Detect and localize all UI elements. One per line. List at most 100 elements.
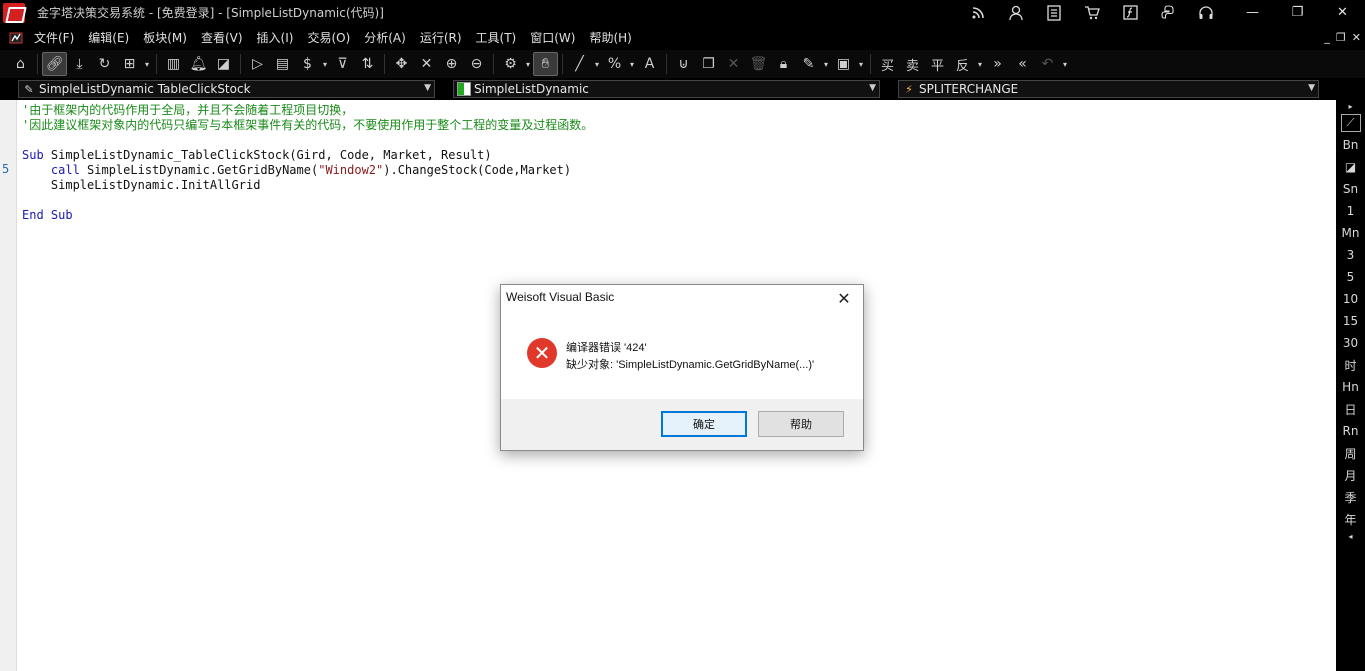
- period-item[interactable]: Mn: [1336, 222, 1365, 244]
- dropdown-arrow-icon[interactable]: ▾: [142, 52, 152, 76]
- event-combo[interactable]: ⚡︎ SPLITERCHANGE ▼: [898, 80, 1319, 98]
- restore-icon[interactable]: ❐: [1275, 0, 1320, 25]
- dropdown-arrow-icon[interactable]: ▾: [975, 52, 985, 76]
- menu-help[interactable]: 帮助(H): [582, 29, 638, 46]
- grid-layout-icon[interactable]: ⊞: [117, 52, 142, 76]
- object-combo[interactable]: SimpleListDynamic ▼: [453, 80, 880, 98]
- document-icon[interactable]: [1035, 0, 1073, 25]
- period-item[interactable]: Rn: [1336, 420, 1365, 442]
- close-position-button[interactable]: 平: [925, 52, 950, 76]
- candlestick-icon[interactable]: ▥: [161, 52, 186, 76]
- buy-button[interactable]: 买: [875, 52, 900, 76]
- zoom-in-icon[interactable]: ⊕: [439, 52, 464, 76]
- period-item[interactable]: 1: [1336, 200, 1365, 222]
- line-chart-button[interactable]: ⟋: [1336, 112, 1365, 134]
- menu-file[interactable]: 文件(F): [27, 29, 81, 46]
- menu-insert[interactable]: 插入(I): [250, 29, 301, 46]
- link-icon[interactable]: 🔗︎: [42, 52, 67, 76]
- line-draw-icon[interactable]: ╱: [567, 52, 592, 76]
- report-icon[interactable]: ▤: [270, 52, 295, 76]
- dropdown-arrow-icon[interactable]: ▾: [523, 52, 533, 76]
- period-item[interactable]: 30: [1336, 332, 1365, 354]
- period-item[interactable]: 10: [1336, 288, 1365, 310]
- dropdown-arrow-icon[interactable]: ▾: [821, 52, 831, 76]
- trash-icon[interactable]: 🗑︎: [746, 52, 771, 76]
- collapse-chevron-icon[interactable]: ▸: [1336, 100, 1365, 112]
- period-item[interactable]: Bn: [1336, 134, 1365, 156]
- dropdown-arrow-icon[interactable]: ▾: [1060, 52, 1070, 76]
- move-icon[interactable]: ✥: [389, 52, 414, 76]
- period-item[interactable]: 15: [1336, 310, 1365, 332]
- double-left-icon[interactable]: «: [1010, 52, 1035, 76]
- user-icon[interactable]: [997, 0, 1035, 25]
- procedure-combo[interactable]: ✎ SimpleListDynamic TableClickStock ▼: [18, 80, 435, 98]
- pen-icon[interactable]: ✎: [796, 52, 821, 76]
- period-item[interactable]: Hn: [1336, 376, 1365, 398]
- headset-icon[interactable]: [1187, 0, 1225, 25]
- cart-icon[interactable]: [1073, 0, 1111, 25]
- python-icon[interactable]: [1149, 0, 1187, 25]
- period-item[interactable]: 日: [1336, 398, 1365, 420]
- period-item[interactable]: 季: [1336, 486, 1365, 508]
- save-icon[interactable]: ▣: [831, 52, 856, 76]
- formula-icon[interactable]: [1111, 0, 1149, 25]
- lightning-icon: ⚡︎: [905, 82, 913, 96]
- rss-icon[interactable]: [959, 0, 997, 25]
- settings-icon[interactable]: ⚙: [498, 52, 523, 76]
- home-icon[interactable]: ⌂: [8, 52, 33, 76]
- menu-analysis[interactable]: 分析(A): [357, 29, 413, 46]
- menu-block[interactable]: 板块(M): [136, 29, 194, 46]
- bell-icon[interactable]: 🔔︎: [186, 52, 211, 76]
- help-button[interactable]: 帮助: [758, 411, 844, 437]
- chart-icon[interactable]: ◪: [211, 52, 236, 76]
- dollar-icon[interactable]: $: [295, 52, 320, 76]
- dropdown-arrow-icon[interactable]: ▾: [592, 52, 602, 76]
- code-text[interactable]: '由于框架内的代码作用于全局，并且不会随着工程项目切换， '因此建议框架对象内的代…: [22, 103, 593, 223]
- menu-view[interactable]: 查看(V): [194, 29, 250, 46]
- dropdown-arrow-icon[interactable]: ▾: [627, 52, 637, 76]
- period-item[interactable]: 5: [1336, 266, 1365, 288]
- menu-window[interactable]: 窗口(W): [523, 29, 582, 46]
- period-item[interactable]: 时: [1336, 354, 1365, 376]
- mdi-close-icon[interactable]: ✕: [1352, 31, 1361, 44]
- period-item[interactable]: 周: [1336, 442, 1365, 464]
- refresh-icon[interactable]: ↻: [92, 52, 117, 76]
- lock-icon[interactable]: 🔒︎: [771, 52, 796, 76]
- period-item[interactable]: Sn: [1336, 178, 1365, 200]
- zoom-out-icon[interactable]: ⊖: [464, 52, 489, 76]
- download-icon[interactable]: ⤓: [67, 52, 92, 76]
- magnet-icon[interactable]: ⊍: [671, 52, 696, 76]
- period-item[interactable]: 3: [1336, 244, 1365, 266]
- filter-icon[interactable]: ⊽: [330, 52, 355, 76]
- period-item[interactable]: 月: [1336, 464, 1365, 486]
- double-right-icon[interactable]: »: [985, 52, 1010, 76]
- period-item[interactable]: 年: [1336, 508, 1365, 530]
- play-icon[interactable]: ▷: [245, 52, 270, 76]
- delete-x-icon[interactable]: ✕: [721, 52, 746, 76]
- dropdown-arrow-icon[interactable]: ▾: [856, 52, 866, 76]
- percent-icon[interactable]: %: [602, 52, 627, 76]
- ok-button[interactable]: 确定: [661, 411, 747, 437]
- dialog-close-icon[interactable]: ✕: [831, 287, 857, 309]
- menu-run[interactable]: 运行(R): [413, 29, 469, 46]
- sort-icon[interactable]: ⇅: [355, 52, 380, 76]
- mdi-minimize-icon[interactable]: _: [1324, 31, 1330, 44]
- menu-trade[interactable]: 交易(O): [300, 29, 357, 46]
- menu-tools[interactable]: 工具(T): [469, 29, 524, 46]
- close-icon[interactable]: ✕: [1320, 0, 1365, 25]
- hand-icon[interactable]: ✋︎: [533, 52, 558, 76]
- text-icon[interactable]: A: [637, 52, 662, 76]
- menu-edit[interactable]: 编辑(E): [81, 29, 136, 46]
- dropdown-arrow-icon[interactable]: ▾: [320, 52, 330, 76]
- copy-icon[interactable]: ❐: [696, 52, 721, 76]
- minimize-icon[interactable]: —: [1230, 0, 1275, 25]
- reverse-button[interactable]: 反: [950, 52, 975, 76]
- expand-left-icon[interactable]: ◂: [1336, 530, 1365, 542]
- undo-icon[interactable]: ↶: [1035, 52, 1060, 76]
- pencil-icon: ✎: [24, 82, 34, 96]
- mdi-restore-icon[interactable]: ❐: [1336, 31, 1346, 44]
- menu-app-icon[interactable]: [5, 29, 27, 47]
- sell-button[interactable]: 卖: [900, 52, 925, 76]
- trend-chart-icon[interactable]: ◪: [1336, 156, 1365, 178]
- cross-icon[interactable]: ✕: [414, 52, 439, 76]
